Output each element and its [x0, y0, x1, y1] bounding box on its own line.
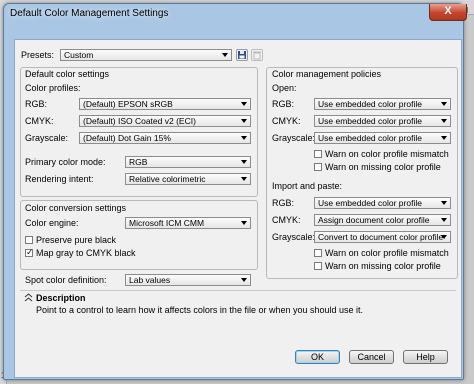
open-header: Open:: [272, 83, 297, 93]
grayscale-profile-value: (Default) Dot Gain 15%: [83, 133, 171, 143]
open-cmyk-label: CMYK:: [272, 116, 301, 126]
save-icon: [238, 51, 246, 59]
chevron-down-icon: [441, 102, 447, 106]
chevron-down-icon: [241, 221, 247, 225]
spot-color-label: Spot color definition:: [25, 275, 107, 285]
import-rgb-value: Use embedded color profile: [318, 198, 422, 208]
map-gray-label: Map gray to CMYK black: [36, 248, 136, 258]
dialog-client: Presets: Custom Default color settings C…: [14, 39, 462, 378]
close-icon: X: [444, 5, 452, 17]
chevron-down-icon: [441, 119, 447, 123]
collapse-description-button[interactable]: [24, 293, 33, 302]
chevron-down-icon: [241, 136, 247, 140]
chevron-down-icon: [241, 119, 247, 123]
import-rgb-select[interactable]: Use embedded color profile: [314, 197, 451, 209]
description-header: Description: [36, 293, 86, 303]
spot-color-select[interactable]: Lab values: [125, 274, 251, 286]
color-profiles-header: Color profiles:: [25, 83, 81, 93]
chevron-down-icon: [222, 53, 228, 57]
close-button[interactable]: X: [429, 4, 467, 21]
description-text: Point to a control to learn how it affec…: [36, 305, 364, 315]
color-engine-select[interactable]: Microsoft ICM CMM: [125, 217, 251, 229]
import-warn-missing-checkbox[interactable]: [314, 262, 322, 270]
spot-color-value: Lab values: [129, 275, 171, 285]
import-warn-mismatch-label: Warn on color profile mismatch: [325, 248, 449, 258]
rgb-profile-select[interactable]: (Default) EPSON sRGB: [79, 98, 251, 110]
chevron-down-icon: [241, 160, 247, 164]
open-grayscale-label: Grayscale:: [272, 133, 316, 143]
rendering-intent-label: Rendering intent:: [25, 174, 94, 184]
ok-button[interactable]: OK: [295, 350, 340, 364]
open-rgb-select[interactable]: Use embedded color profile: [314, 98, 451, 110]
grayscale-profile-select[interactable]: (Default) Dot Gain 15%: [79, 132, 251, 144]
dialog-title: Default Color Management Settings: [10, 8, 169, 19]
cancel-button[interactable]: Cancel: [349, 350, 394, 364]
import-cmyk-select[interactable]: Assign document color profile: [314, 214, 451, 226]
cmyk-profile-select[interactable]: (Default) ISO Coated v2 (ECI): [79, 115, 251, 127]
double-chevron-up-icon: [24, 293, 33, 302]
import-grayscale-select[interactable]: Convert to document color profile: [314, 231, 451, 243]
chevron-down-icon: [441, 235, 447, 239]
default-settings-header: Default color settings: [25, 69, 110, 79]
chevron-down-icon: [441, 201, 447, 205]
import-rgb-label: RGB:: [272, 198, 295, 208]
import-warn-mismatch-checkbox[interactable]: [314, 249, 322, 257]
color-engine-label: Color engine:: [25, 218, 79, 228]
preserve-black-checkbox[interactable]: [25, 236, 33, 244]
delete-preset-button[interactable]: [251, 49, 263, 61]
chevron-down-icon: [241, 278, 247, 282]
open-rgb-label: RGB:: [272, 99, 295, 109]
open-warn-missing-label: Warn on missing color profile: [325, 162, 441, 172]
help-button[interactable]: Help: [403, 350, 448, 364]
import-grayscale-label: Grayscale:: [272, 232, 316, 242]
open-cmyk-select[interactable]: Use embedded color profile: [314, 115, 451, 127]
primary-mode-value: RGB: [129, 157, 148, 167]
preserve-black-label: Preserve pure black: [36, 235, 117, 245]
trash-icon: [253, 51, 261, 60]
presets-label: Presets:: [21, 50, 55, 60]
grayscale-profile-label: Grayscale:: [25, 133, 69, 143]
ruler-tick: [467, 7, 468, 13]
primary-mode-select[interactable]: RGB: [125, 156, 251, 168]
save-preset-button[interactable]: [236, 49, 248, 61]
presets-select[interactable]: Custom: [60, 49, 232, 61]
open-cmyk-value: Use embedded color profile: [318, 116, 422, 126]
color-engine-value: Microsoft ICM CMM: [129, 218, 205, 228]
rgb-profile-label: RGB:: [25, 99, 48, 109]
open-rgb-value: Use embedded color profile: [318, 99, 422, 109]
open-grayscale-select[interactable]: Use embedded color profile: [314, 132, 451, 144]
policies-header: Color management policies: [272, 69, 382, 79]
rendering-intent-select[interactable]: Relative colorimetric: [125, 173, 251, 185]
description-separator: [20, 290, 456, 291]
chevron-down-icon: [241, 102, 247, 106]
import-cmyk-value: Assign document color profile: [318, 215, 430, 225]
chevron-down-icon: [441, 136, 447, 140]
primary-mode-label: Primary color mode:: [25, 157, 106, 167]
map-gray-checkbox[interactable]: [25, 247, 34, 258]
open-warn-mismatch-checkbox[interactable]: [314, 150, 322, 158]
chevron-down-icon: [441, 218, 447, 222]
open-warn-mismatch-label: Warn on color profile mismatch: [325, 149, 449, 159]
open-grayscale-value: Use embedded color profile: [318, 133, 422, 143]
import-grayscale-value: Convert to document color profile: [318, 232, 444, 242]
rgb-profile-value: (Default) EPSON sRGB: [83, 99, 173, 109]
import-cmyk-label: CMYK:: [272, 215, 301, 225]
cmyk-profile-value: (Default) ISO Coated v2 (ECI): [83, 116, 196, 126]
import-warn-missing-label: Warn on missing color profile: [325, 261, 441, 271]
open-warn-missing-checkbox[interactable]: [314, 163, 322, 171]
conversion-header: Color conversion settings: [25, 203, 127, 213]
import-header: Import and paste:: [272, 181, 343, 191]
rendering-intent-value: Relative colorimetric: [129, 174, 206, 184]
dialog-window: Default Color Management Settings X Pres…: [3, 3, 467, 380]
presets-value: Custom: [64, 50, 94, 60]
cmyk-profile-label: CMYK:: [25, 116, 54, 126]
chevron-down-icon: [241, 177, 247, 181]
